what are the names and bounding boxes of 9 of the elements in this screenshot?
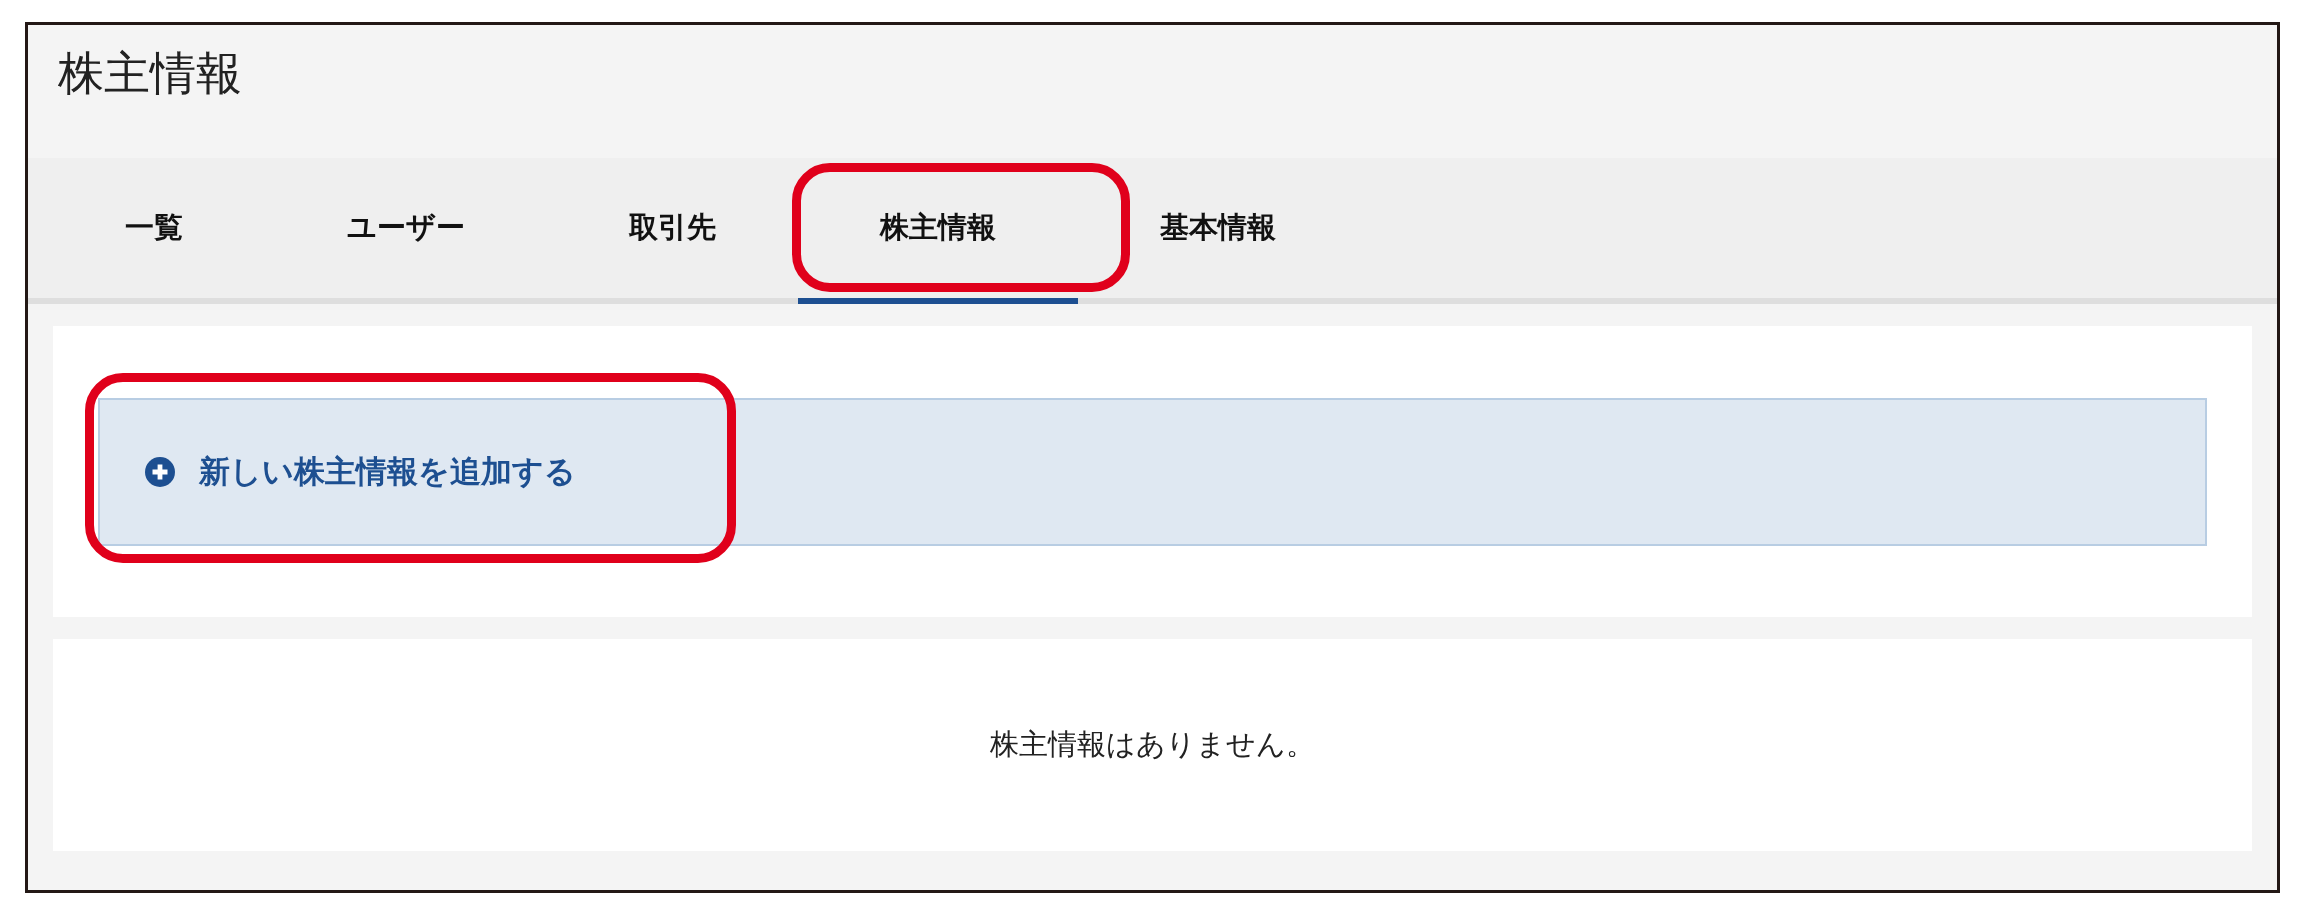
- page-title: 株主情報: [58, 45, 242, 102]
- empty-message: 株主情報はありません。: [990, 726, 1315, 763]
- tab[interactable]: ユーザー: [265, 158, 547, 304]
- tab[interactable]: 株主情報: [798, 158, 1078, 304]
- plus-icon: [145, 456, 175, 487]
- add-shareholder-button[interactable]: 新しい株主情報を追加する: [135, 446, 586, 497]
- tab[interactable]: 基本情報: [1078, 158, 1358, 304]
- tab[interactable]: 一覧: [43, 158, 265, 304]
- tab[interactable]: 取引先: [547, 158, 798, 304]
